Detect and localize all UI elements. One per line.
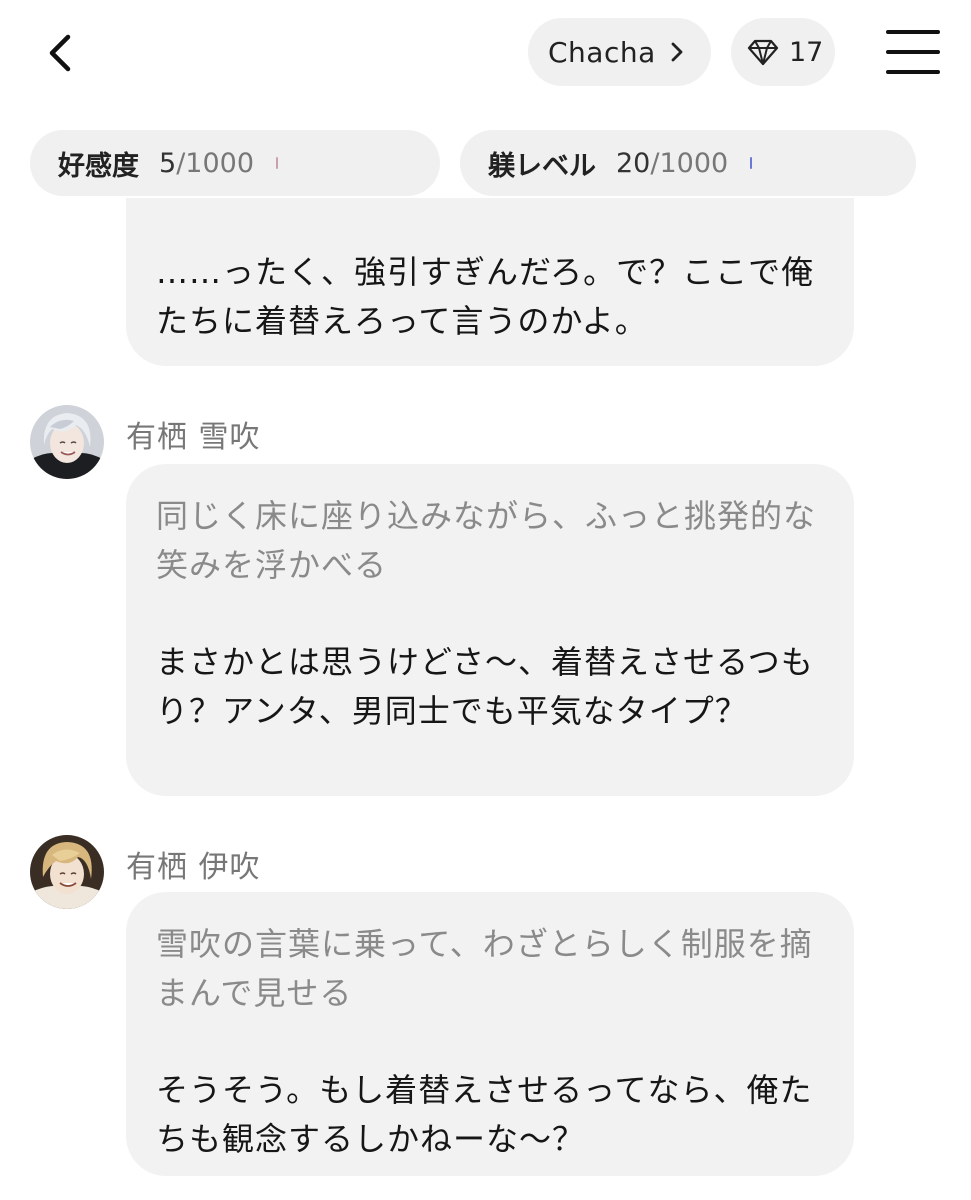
message-speech: ……ったく、強引すぎんだろ。で？ここで俺たちに着替えろって言うのかよ。 (156, 253, 815, 340)
message-bubble[interactable]: 同じく床に座り込みながら、ふっと挑発的な笑みを浮かべる まさかとは思うけどさ〜、… (126, 464, 854, 796)
discipline-label: 躾レベル (488, 150, 596, 182)
sender-name: 有栖 雪吹 (126, 420, 261, 455)
affection-label: 好感度 (58, 150, 139, 182)
diamond-icon (747, 39, 779, 66)
discipline-current: 20 (616, 147, 651, 179)
discipline-max: /1000 (650, 147, 729, 179)
avatar[interactable] (30, 835, 104, 909)
sender-name: 有栖 伊吹 (126, 850, 261, 885)
message-speech: まさかとは思うけどさ〜、着替えさせるつもり？アンタ、男同士でも平気なタイプ？ (156, 643, 814, 730)
message-action: 雪吹の言葉に乗って、わざとらしく制服を摘まんで見せる (156, 925, 813, 1012)
character-portrait-yukibuki (30, 405, 104, 479)
message-action: 同じく床に座り込みながら、ふっと挑発的な笑みを浮かべる (156, 497, 817, 584)
avatar[interactable] (30, 405, 104, 479)
chevron-right-icon (671, 42, 683, 62)
character-name: Chacha (548, 35, 656, 69)
gem-count: 17 (789, 36, 824, 68)
menu-button[interactable] (886, 30, 940, 74)
affection-current: 5 (159, 147, 177, 179)
discipline-stat: 躾レベル 20 /1000 (460, 130, 916, 196)
chevron-left-icon (49, 34, 71, 72)
discipline-progress-indicator (750, 157, 753, 169)
character-portrait-ibuki (30, 835, 104, 909)
message-bubble[interactable]: 雪吹の言葉に乗って、わざとらしく制服を摘まんで見せる そうそう。もし着替えさせる… (126, 892, 854, 1176)
affection-stat: 好感度 5 /1000 (30, 130, 440, 196)
chat-screen: Chacha 17 好感度 5 /1000 躾レベル 20 /1000 ……った… (0, 0, 971, 1200)
affection-max: /1000 (176, 147, 254, 179)
affection-progress-indicator (276, 157, 278, 169)
character-selector-button[interactable]: Chacha (528, 18, 711, 86)
back-button[interactable] (30, 28, 90, 78)
gem-balance-button[interactable]: 17 (731, 18, 835, 86)
message-bubble[interactable]: ……ったく、強引すぎんだろ。で？ここで俺たちに着替えろって言うのかよ。 (126, 198, 854, 366)
hamburger-menu-icon (886, 30, 940, 34)
message-speech: そうそう。もし着替えさせるってなら、俺たちも観念するしかねーな〜？ (156, 1071, 813, 1158)
